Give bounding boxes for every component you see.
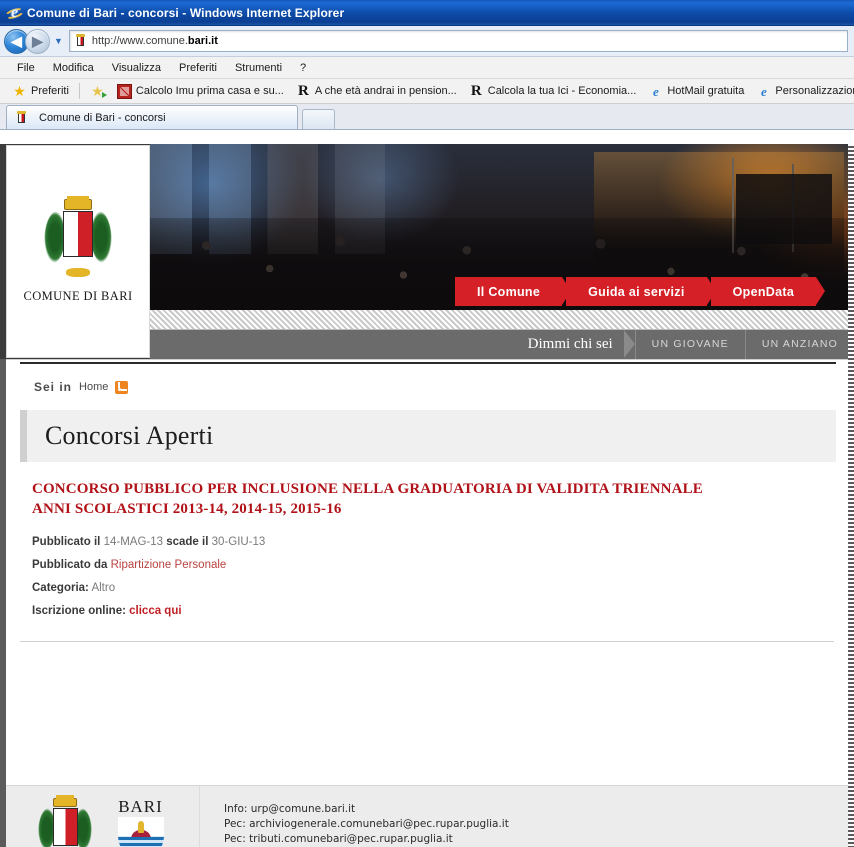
- profile-item-un-giovane[interactable]: UN GIOVANE: [635, 330, 745, 359]
- toolbar-divider: [79, 83, 80, 99]
- menu-item-preferiti[interactable]: Preferiti: [170, 60, 226, 76]
- add-to-favorites-bar-button[interactable]: ★: [84, 84, 111, 99]
- site-header: COMUNE DI BARI Il Comune Guida ai serviz…: [0, 144, 854, 359]
- favorite-item-calcolo-imu[interactable]: Calcolo Imu prima casa e su...: [111, 84, 290, 99]
- menu-item-modifica[interactable]: Modifica: [44, 60, 103, 76]
- tab-favicon-icon: [15, 111, 28, 125]
- page-viewport: COMUNE DI BARI Il Comune Guida ai serviz…: [0, 144, 854, 847]
- favorite-label: A che età andrai in pension...: [315, 85, 457, 97]
- window-title-bar: e Comune di Bari - concorsi - Windows In…: [0, 0, 854, 26]
- menu-item-visualizza[interactable]: Visualizza: [103, 60, 170, 76]
- expires-label: scade il: [166, 536, 208, 548]
- favorite-item-hotmail[interactable]: e HotMail gratuita: [642, 84, 750, 99]
- notice-enrolment: Iscrizione online: clicca qui: [32, 605, 834, 617]
- notice-heading[interactable]: CONCORSO PUBBLICO PER INCLUSIONE NELLA G…: [32, 480, 722, 520]
- enrolment-link[interactable]: clicca qui: [129, 605, 181, 617]
- site-favicon-icon: [74, 34, 87, 48]
- nav-item-guida-ai-servizi[interactable]: Guida ai servizi: [566, 277, 707, 306]
- url-input[interactable]: http://www.comune.bari.it: [69, 30, 848, 52]
- breadcrumb: Sei in Home: [20, 362, 836, 406]
- bari-comunica-logo: BARI IL COMUNE COMUNICA: [110, 798, 172, 847]
- bari-emblem-icon: [118, 817, 164, 847]
- category-value: Altro: [91, 582, 115, 594]
- breadcrumb-link-home[interactable]: Home: [79, 381, 108, 393]
- content-divider: [20, 641, 834, 642]
- site-logo-caption: COMUNE DI BARI: [23, 289, 132, 304]
- profile-item-un-anziano[interactable]: UN ANZIANO: [745, 330, 854, 359]
- forward-arrow-icon: ▶: [32, 34, 43, 48]
- favorite-item-ici[interactable]: R Calcola la tua Ici - Economia...: [463, 84, 643, 99]
- menu-item-help[interactable]: ?: [291, 60, 315, 76]
- published-date: 14-MAG-13: [104, 536, 163, 548]
- forward-button[interactable]: ▶: [25, 29, 50, 54]
- new-tab-button[interactable]: [302, 109, 335, 129]
- footer-contact-info: Info: urp@comune.bari.it Pec: archivioge…: [200, 786, 848, 847]
- repubblica-r-icon: R: [469, 84, 484, 99]
- favorite-label: HotMail gratuita: [667, 85, 744, 97]
- star-icon: ★: [12, 84, 27, 99]
- history-dropdown-icon[interactable]: ▼: [54, 37, 63, 46]
- breadcrumb-prefix: Sei in: [34, 380, 72, 394]
- profile-selector-label: Dimmi chi sei: [514, 330, 635, 359]
- window-title: Comune di Bari - concorsi - Windows Inte…: [27, 6, 344, 20]
- notice-category: Categoria: Altro: [32, 582, 834, 594]
- favorite-item-pensione[interactable]: R A che età andrai in pension...: [290, 84, 463, 99]
- url-text: http://www.comune.bari.it: [92, 35, 218, 47]
- back-arrow-icon: ◀: [11, 34, 22, 48]
- menu-item-strumenti[interactable]: Strumenti: [226, 60, 291, 76]
- page-vertical-scrollbar[interactable]: [848, 144, 854, 847]
- favorites-button-label: Preferiti: [31, 85, 69, 97]
- browser-window: e Comune di Bari - concorsi - Windows In…: [0, 0, 854, 847]
- footer-logos: COMUNE DI BARI BARI IL COMUNE COMUNICA: [34, 798, 172, 847]
- footer-line: Pec: tributi.comunebari@pec.rupar.puglia…: [224, 832, 848, 847]
- publisher-link[interactable]: Ripartizione Personale: [111, 559, 227, 571]
- expires-date: 30-GIU-13: [212, 536, 266, 548]
- star-add-icon: ★: [90, 84, 105, 99]
- address-bar: ◀ ▶ ▼ http://www.comune.bari.it: [0, 26, 854, 57]
- favorite-label: Personalizzazione co: [775, 85, 854, 97]
- bari-coat-of-arms-icon: [42, 199, 114, 279]
- published-label: Pubblicato il: [32, 536, 100, 548]
- notice-dates: Pubblicato il 14-MAG-13 scade il 30-GIU-…: [32, 536, 834, 548]
- footer-line: Info: urp@comune.bari.it: [224, 802, 848, 817]
- bari-coat-of-arms-icon: [36, 798, 94, 847]
- site-logo-panel[interactable]: COMUNE DI BARI: [6, 145, 150, 358]
- nav-item-opendata[interactable]: OpenData: [711, 277, 816, 306]
- menu-item-file[interactable]: File: [8, 60, 44, 76]
- page-content: Sei in Home Concorsi Aperti CONCORSO PUB…: [6, 359, 848, 847]
- tab-strip: Comune di Bari - concorsi: [0, 104, 854, 130]
- favorite-item-personalizzazione[interactable]: e Personalizzazione co: [750, 84, 854, 99]
- bari-wordmark: BARI: [118, 798, 163, 815]
- red-document-icon: [117, 84, 132, 99]
- profile-selector-bar: Dimmi chi sei UN GIOVANE UN ANZIANO: [150, 330, 854, 359]
- main-navigation: Il Comune Guida ai servizi OpenData: [455, 277, 820, 306]
- footer-line: Pec: archiviogenerale.comunebari@pec.rup…: [224, 817, 848, 832]
- enrolment-label: Iscrizione online:: [32, 605, 126, 617]
- category-label: Categoria:: [32, 582, 89, 594]
- favorites-button[interactable]: ★ Preferiti: [6, 84, 75, 99]
- internet-explorer-icon: e: [756, 84, 771, 99]
- notice-block: CONCORSO PUBBLICO PER INCLUSIONE NELLA G…: [6, 462, 848, 617]
- tab-label: Comune di Bari - concorsi: [39, 112, 166, 124]
- favorite-label: Calcola la tua Ici - Economia...: [488, 85, 637, 97]
- nav-item-il-comune[interactable]: Il Comune: [455, 277, 562, 306]
- footer-branding: COMUNE DI BARI BARI IL COMUNE COMUNICA h…: [6, 786, 200, 847]
- internet-explorer-icon: e: [6, 4, 23, 21]
- site-footer: COMUNE DI BARI BARI IL COMUNE COMUNICA h…: [6, 785, 848, 847]
- repubblica-r-icon: R: [296, 84, 311, 99]
- hatched-divider: [150, 310, 854, 330]
- favorites-bar: ★ Preferiti ★ Calcolo Imu prima casa e s…: [0, 79, 854, 104]
- rss-feed-icon[interactable]: [115, 381, 128, 394]
- menu-bar: File Modifica Visualizza Preferiti Strum…: [0, 57, 854, 79]
- page-title: Concorsi Aperti: [27, 421, 213, 451]
- publisher-label: Pubblicato da: [32, 559, 107, 571]
- internet-explorer-icon: e: [648, 84, 663, 99]
- page-title-band: Concorsi Aperti: [20, 410, 836, 462]
- footer-coat-of-arms: COMUNE DI BARI: [34, 798, 96, 847]
- notice-publisher: Pubblicato da Ripartizione Personale: [32, 559, 834, 571]
- favorite-label: Calcolo Imu prima casa e su...: [136, 85, 284, 97]
- tab-comune-di-bari-concorsi[interactable]: Comune di Bari - concorsi: [6, 105, 298, 129]
